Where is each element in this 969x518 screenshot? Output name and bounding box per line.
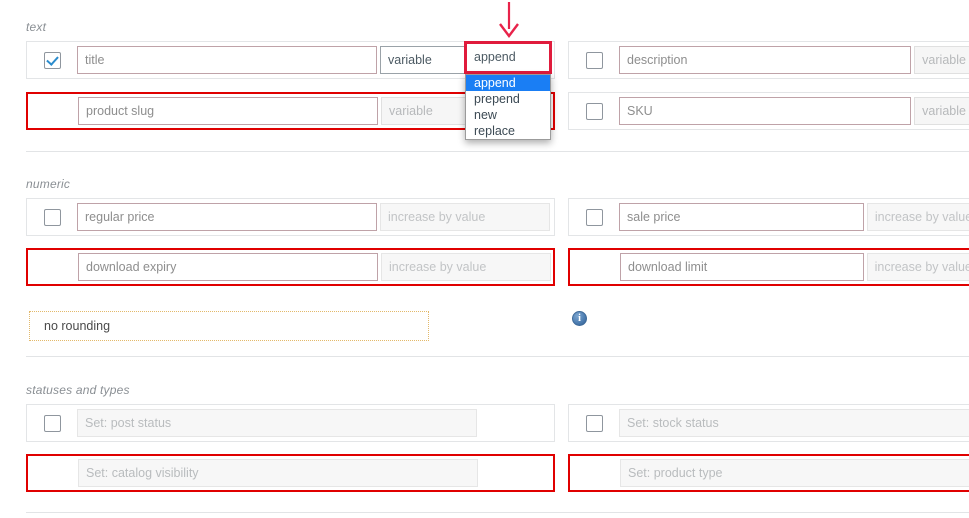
field-title[interactable]: title [77, 46, 377, 74]
table-row[interactable]: description variable [568, 41, 969, 79]
dropdown-action-title[interactable]: append [464, 41, 552, 74]
row-checkbox-cell[interactable] [569, 93, 619, 129]
dropdown-option-replace[interactable]: replace [466, 123, 550, 139]
dropdown-option-append[interactable]: append [466, 75, 550, 91]
row-checkbox-cell [28, 456, 78, 490]
table-row[interactable]: SKU variable [568, 92, 969, 130]
dropdown-option-prepend[interactable]: prepend [466, 91, 550, 107]
checkbox-title[interactable] [43, 51, 61, 69]
checkbox-regular-price[interactable] [43, 208, 61, 226]
select-variable-sku: variable [914, 97, 969, 125]
row-checkbox-cell[interactable] [27, 405, 77, 441]
select-rounding[interactable]: no rounding [29, 311, 429, 341]
checkbox-stock-status[interactable] [585, 414, 603, 432]
table-row[interactable]: Set: product type [568, 454, 969, 492]
section-divider [26, 151, 969, 152]
row-checkbox-cell[interactable] [27, 42, 77, 78]
select-variable-description: variable [914, 46, 969, 74]
dropdown-option-new[interactable]: new [466, 107, 550, 123]
select-action-download-limit[interactable]: increase by value [866, 253, 969, 281]
select-stock-status[interactable]: Set: stock status [619, 409, 969, 437]
table-row[interactable]: download expiry increase by value [26, 248, 555, 286]
info-icon[interactable]: i [572, 311, 587, 326]
select-catalog-visibility[interactable]: Set: catalog visibility [78, 459, 478, 487]
field-sale-price[interactable]: sale price [619, 203, 864, 231]
field-description[interactable]: description [619, 46, 912, 74]
row-checkbox-cell [28, 94, 78, 128]
row-checkbox-cell [28, 250, 78, 284]
checkbox-post-status[interactable] [43, 414, 61, 432]
table-row[interactable]: download limit increase by value [568, 248, 969, 286]
select-action-sale-price[interactable]: increase by value [866, 203, 969, 231]
field-download-expiry[interactable]: download expiry [78, 253, 378, 281]
checkbox-sale-price[interactable] [585, 208, 603, 226]
select-variable-title[interactable]: variable [380, 46, 475, 74]
table-row[interactable]: sale price increase by value [568, 198, 969, 236]
bulk-edit-form-screen: text title variable product slug variabl… [0, 0, 969, 518]
field-sku[interactable]: SKU [619, 97, 912, 125]
select-product-type[interactable]: Set: product type [620, 459, 969, 487]
down-arrow-annotation [499, 2, 519, 38]
checkbox-sku[interactable] [585, 102, 603, 120]
table-row[interactable]: Set: catalog visibility [26, 454, 555, 492]
field-product-slug[interactable]: product slug [78, 97, 378, 125]
section-label-statuses-and-types: statuses and types [26, 383, 130, 397]
select-variable-product-slug: variable [381, 97, 476, 125]
section-divider [26, 356, 969, 357]
row-checkbox-cell [570, 456, 620, 490]
row-checkbox-cell[interactable] [569, 405, 619, 441]
dropdown-selected-value: append [474, 50, 516, 64]
section-divider [26, 512, 969, 513]
dropdown-options-list[interactable]: append prepend new replace [465, 74, 551, 140]
section-label-text: text [26, 20, 47, 34]
field-regular-price[interactable]: regular price [77, 203, 377, 231]
table-row[interactable]: regular price increase by value [26, 198, 555, 236]
row-checkbox-cell[interactable] [569, 42, 619, 78]
field-download-limit[interactable]: download limit [620, 253, 864, 281]
table-row[interactable]: Set: post status [26, 404, 555, 442]
section-label-numeric: numeric [26, 177, 71, 191]
row-checkbox-cell[interactable] [27, 199, 77, 235]
row-checkbox-cell[interactable] [569, 199, 619, 235]
table-row[interactable]: Set: stock status [568, 404, 969, 442]
checkbox-description[interactable] [585, 51, 603, 69]
select-action-regular-price[interactable]: increase by value [380, 203, 550, 231]
row-checkbox-cell [570, 250, 620, 284]
select-action-download-expiry[interactable]: increase by value [381, 253, 551, 281]
select-post-status[interactable]: Set: post status [77, 409, 477, 437]
